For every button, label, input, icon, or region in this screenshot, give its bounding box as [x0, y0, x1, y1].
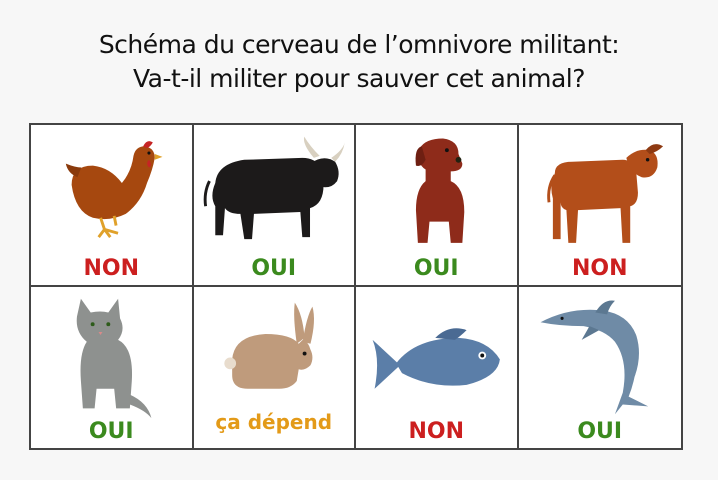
cell-calf: NON [518, 125, 681, 287]
verdict-label: NON [571, 255, 628, 281]
cell-cat: OUI [31, 286, 194, 448]
verdict-label: OUI [577, 419, 623, 444]
cell-dog: OUI [356, 125, 519, 287]
verdict-label: OUI [88, 419, 134, 444]
cell-dolphin: OUI [519, 287, 682, 449]
title-line-2: Va-t-il militer pour sauver cet animal? [133, 64, 585, 93]
verdict-label: OUI [251, 255, 297, 281]
cell-rabbit: ça dépend [194, 286, 356, 448]
animal-grid: NON OUI OUI NON OUI ça dépend NON OUI [29, 123, 683, 450]
page-title: Schéma du cerveau de l’omnivore militant… [0, 28, 718, 96]
verdict-label: ça dépend [215, 410, 333, 434]
verdict-label: NON [83, 255, 140, 281]
cell-bull: OUI [193, 125, 356, 287]
verdict-label: OUI [413, 255, 459, 281]
cell-chicken: NON [31, 125, 194, 287]
title-line-1: Schéma du cerveau de l’omnivore militant… [98, 30, 620, 59]
cell-fish: NON [356, 286, 519, 448]
verdict-label: NON [408, 419, 465, 444]
